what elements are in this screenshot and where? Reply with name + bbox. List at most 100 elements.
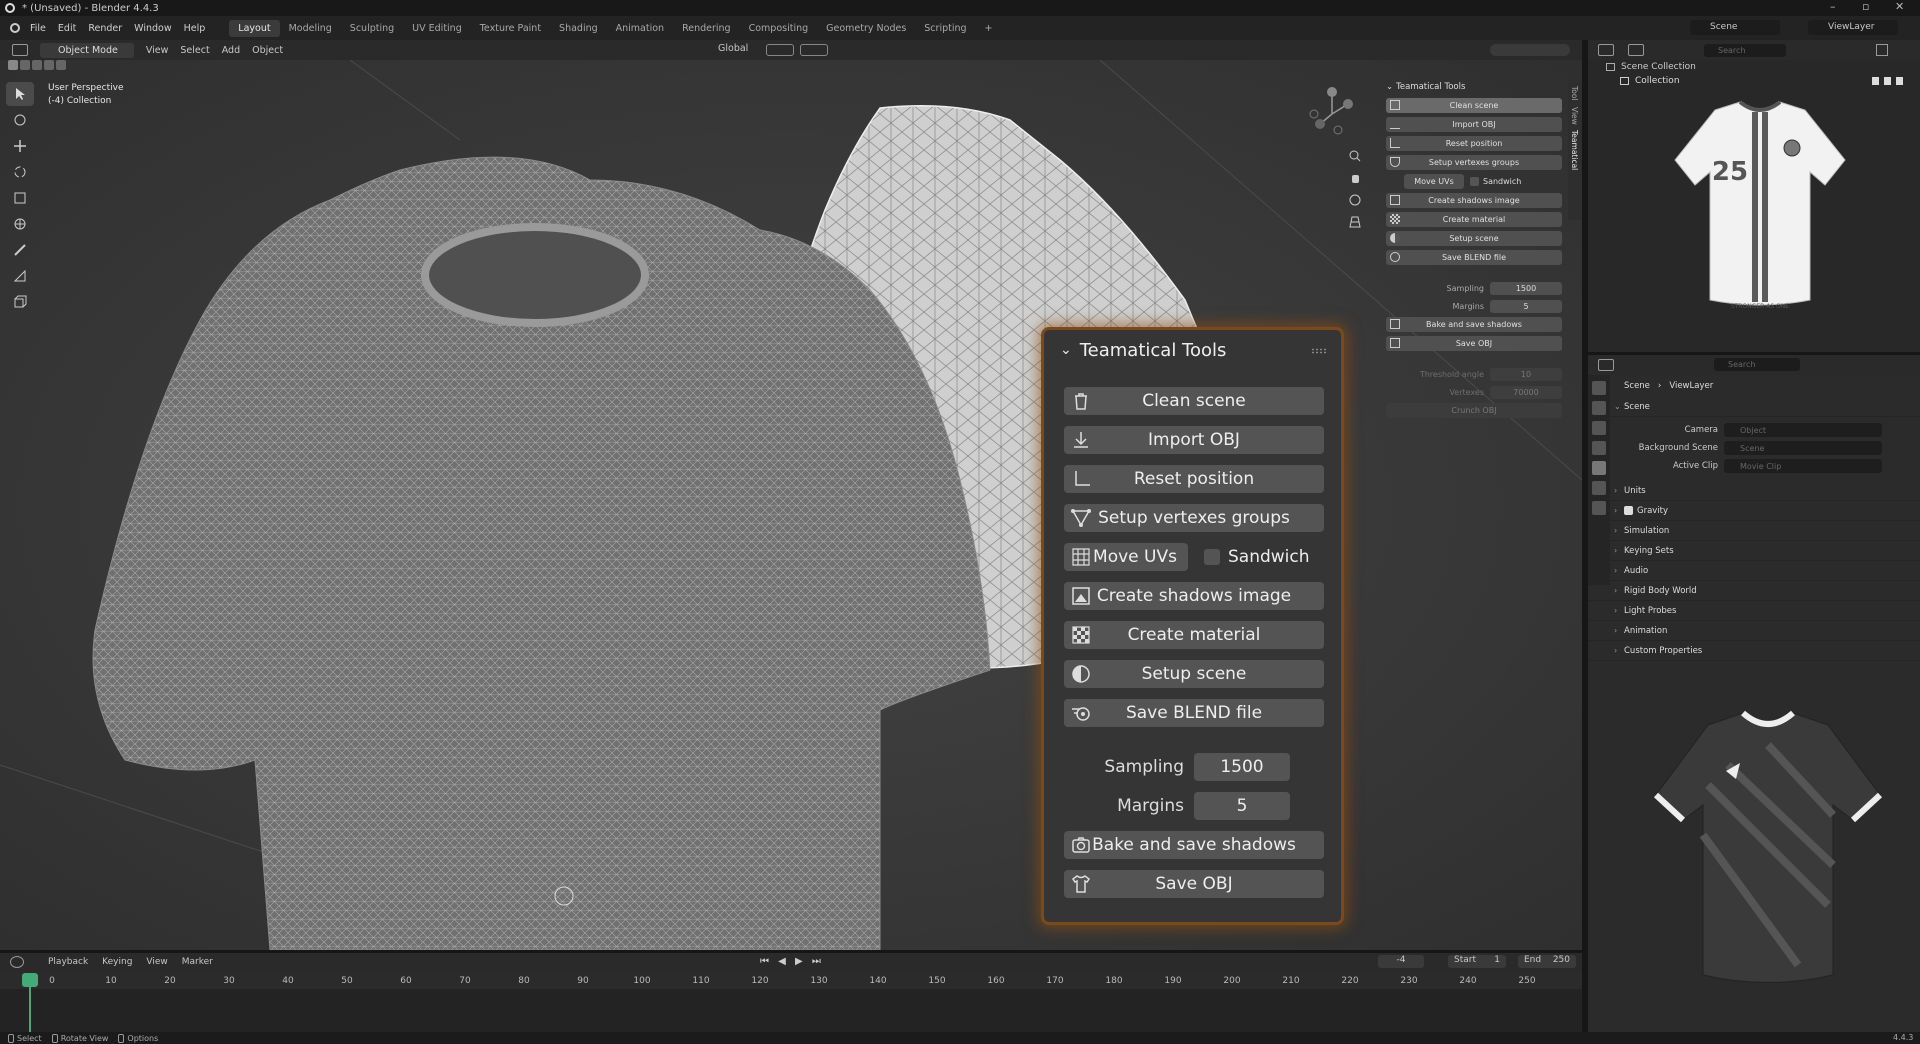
camera-view-icon[interactable] bbox=[1345, 189, 1365, 211]
header-menu-view[interactable]: View bbox=[146, 45, 169, 56]
tab-animation[interactable]: Animation bbox=[607, 20, 673, 37]
properties-editor-icon[interactable] bbox=[1598, 359, 1614, 371]
big-sandwich-checkbox[interactable]: Sandwich bbox=[1204, 543, 1310, 571]
transform-tool-icon[interactable] bbox=[6, 212, 34, 236]
big-create-material-button[interactable]: Create material bbox=[1064, 621, 1324, 649]
rotate-tool-icon[interactable] bbox=[6, 160, 34, 184]
panel-light-probes[interactable]: › Light Probes bbox=[1588, 601, 1920, 621]
setup-scene-button[interactable]: Setup scene bbox=[1386, 231, 1562, 246]
panel-simulation[interactable]: › Simulation bbox=[1588, 521, 1920, 541]
area-separator-vertical[interactable] bbox=[1582, 40, 1588, 1032]
snap-toggle-icon[interactable] bbox=[766, 44, 794, 56]
viewlayer-selector[interactable]: ViewLayer bbox=[1808, 20, 1898, 35]
panel-gravity[interactable]: › Gravity bbox=[1588, 501, 1920, 521]
select-tool-icon[interactable] bbox=[6, 82, 34, 106]
tab-uv-editing[interactable]: UV Editing bbox=[403, 20, 471, 37]
panel-keying-sets[interactable]: › Keying Sets bbox=[1588, 541, 1920, 561]
big-reset-position-button[interactable]: Reset position bbox=[1064, 465, 1324, 493]
margins-field[interactable]: 5 bbox=[1490, 299, 1562, 313]
checkbox-box[interactable] bbox=[1204, 549, 1220, 565]
scene-selector[interactable]: Scene bbox=[1690, 20, 1780, 35]
sidebar-tab-teamatical[interactable]: Teamatical bbox=[1570, 130, 1579, 170]
sampling-field[interactable]: 1500 bbox=[1490, 281, 1562, 295]
collection-tab-icon[interactable] bbox=[1592, 501, 1606, 515]
visibility-icons[interactable] bbox=[1872, 77, 1906, 85]
close-button[interactable]: ✕ bbox=[1895, 0, 1904, 13]
scene-tab-icon[interactable] bbox=[1592, 461, 1606, 475]
move-tool-icon[interactable] bbox=[6, 134, 34, 158]
sidebar-tab-tool[interactable]: Tool bbox=[1570, 86, 1579, 101]
transform-orientation-selector[interactable]: Global bbox=[704, 43, 748, 54]
annotate-tool-icon[interactable] bbox=[6, 238, 34, 262]
tab-modeling[interactable]: Modeling bbox=[280, 20, 341, 37]
tab-compositing[interactable]: Compositing bbox=[740, 20, 818, 37]
panel-rigid-body-world[interactable]: › Rigid Body World bbox=[1588, 581, 1920, 601]
tab-geometry-nodes[interactable]: Geometry Nodes bbox=[817, 20, 915, 37]
proportional-edit-icon[interactable] bbox=[800, 44, 828, 56]
timeline-editor-icon[interactable] bbox=[10, 956, 24, 968]
big-setup-vertex-groups-button[interactable]: Setup vertexes groups bbox=[1064, 504, 1324, 532]
outliner-search[interactable]: Search bbox=[1704, 44, 1786, 57]
move-uvs-button[interactable]: Move UVs bbox=[1404, 174, 1464, 189]
add-cube-tool-icon[interactable] bbox=[6, 290, 34, 314]
menu-help[interactable]: Help bbox=[178, 23, 212, 34]
panel-custom-properties[interactable]: › Custom Properties bbox=[1588, 641, 1920, 661]
navigation-gizmo[interactable] bbox=[1302, 84, 1362, 144]
big-sampling-field[interactable]: 1500 bbox=[1194, 753, 1290, 781]
drag-grip-icon[interactable] bbox=[1311, 348, 1327, 354]
outliner-row-scene-collection[interactable]: Scene Collection bbox=[1588, 60, 1920, 74]
scale-tool-icon[interactable] bbox=[6, 186, 34, 210]
camera-field[interactable]: Object bbox=[1724, 423, 1882, 437]
current-frame-field[interactable]: -4 bbox=[1378, 955, 1424, 968]
sandwich-checkbox[interactable]: Sandwich bbox=[1470, 174, 1521, 189]
timeline-menu-playback[interactable]: Playback bbox=[48, 957, 88, 967]
collapse-chevron-icon[interactable]: ⌄ bbox=[1060, 342, 1072, 358]
tab-texture-paint[interactable]: Texture Paint bbox=[471, 20, 550, 37]
panel-audio[interactable]: › Audio bbox=[1588, 561, 1920, 581]
tab-scripting[interactable]: Scripting bbox=[915, 20, 975, 37]
big-clean-scene-button[interactable]: Clean scene bbox=[1064, 387, 1324, 415]
clean-scene-button[interactable]: Clean scene bbox=[1386, 98, 1562, 113]
active-clip-field[interactable]: Movie Clip bbox=[1724, 459, 1882, 473]
save-obj-button[interactable]: Save OBJ bbox=[1386, 336, 1562, 351]
cursor-tool-icon[interactable] bbox=[6, 108, 34, 132]
timeline-menu-view[interactable]: View bbox=[146, 957, 167, 967]
world-tab-icon[interactable] bbox=[1592, 481, 1606, 495]
maximize-button[interactable]: ▫ bbox=[1862, 0, 1869, 13]
perspective-toggle-icon[interactable] bbox=[1345, 211, 1365, 233]
create-material-button[interactable]: Create material bbox=[1386, 212, 1562, 227]
menu-window[interactable]: Window bbox=[128, 23, 177, 34]
output-tab-icon[interactable] bbox=[1592, 421, 1606, 435]
measure-tool-icon[interactable] bbox=[6, 264, 34, 288]
blender-menu-icon[interactable] bbox=[10, 23, 20, 33]
setup-vertex-groups-button[interactable]: Setup vertexes groups bbox=[1386, 155, 1562, 170]
timeline-menu-keying[interactable]: Keying bbox=[102, 957, 132, 967]
menu-render[interactable]: Render bbox=[82, 23, 128, 34]
pan-hand-icon[interactable] bbox=[1345, 167, 1365, 189]
background-scene-field[interactable]: Scene bbox=[1724, 441, 1882, 455]
bake-save-shadows-button[interactable]: Bake and save shadows bbox=[1386, 317, 1562, 332]
render-tab-icon[interactable] bbox=[1592, 401, 1606, 415]
timeline-area[interactable]: 0 10 20 30 40 50 60 70 80 90 100 110 120 130 140 150 160… bbox=[0, 971, 1582, 1032]
start-frame-field[interactable]: Start 1 bbox=[1448, 955, 1506, 968]
big-create-shadows-image-button[interactable]: Create shadows image bbox=[1064, 582, 1324, 610]
gravity-checkbox[interactable] bbox=[1624, 506, 1633, 515]
tool-tab-icon[interactable] bbox=[1592, 381, 1606, 395]
vertexes-field[interactable]: 70000 bbox=[1490, 385, 1562, 399]
big-save-blend-file-button[interactable]: Save BLEND file bbox=[1064, 699, 1324, 727]
timeline-ruler[interactable]: 0 10 20 30 40 50 60 70 80 90 100 110 120 130 140 150 160… bbox=[0, 971, 1582, 989]
header-menu-add[interactable]: Add bbox=[222, 45, 240, 56]
outliner-editor-icon[interactable] bbox=[1598, 44, 1614, 56]
filter-icon[interactable] bbox=[1876, 44, 1888, 56]
display-mode-icon[interactable] bbox=[1628, 44, 1644, 56]
big-move-uvs-button[interactable]: Move UVs bbox=[1064, 543, 1188, 571]
tab-rendering[interactable]: Rendering bbox=[673, 20, 740, 37]
big-import-obj-button[interactable]: Import OBJ bbox=[1064, 426, 1324, 454]
outliner-row-collection[interactable]: Collection bbox=[1588, 74, 1920, 88]
area-separator-horizontal[interactable] bbox=[1588, 352, 1920, 355]
minimize-button[interactable]: – bbox=[1830, 0, 1836, 13]
viewport-shading-icons[interactable] bbox=[1490, 44, 1570, 56]
tab-sculpting[interactable]: Sculpting bbox=[341, 20, 403, 37]
playback-controls[interactable]: ⏮ ◀ ▶ ⏭ bbox=[760, 956, 824, 967]
crunch-obj-button[interactable]: Crunch OBJ bbox=[1386, 403, 1562, 418]
